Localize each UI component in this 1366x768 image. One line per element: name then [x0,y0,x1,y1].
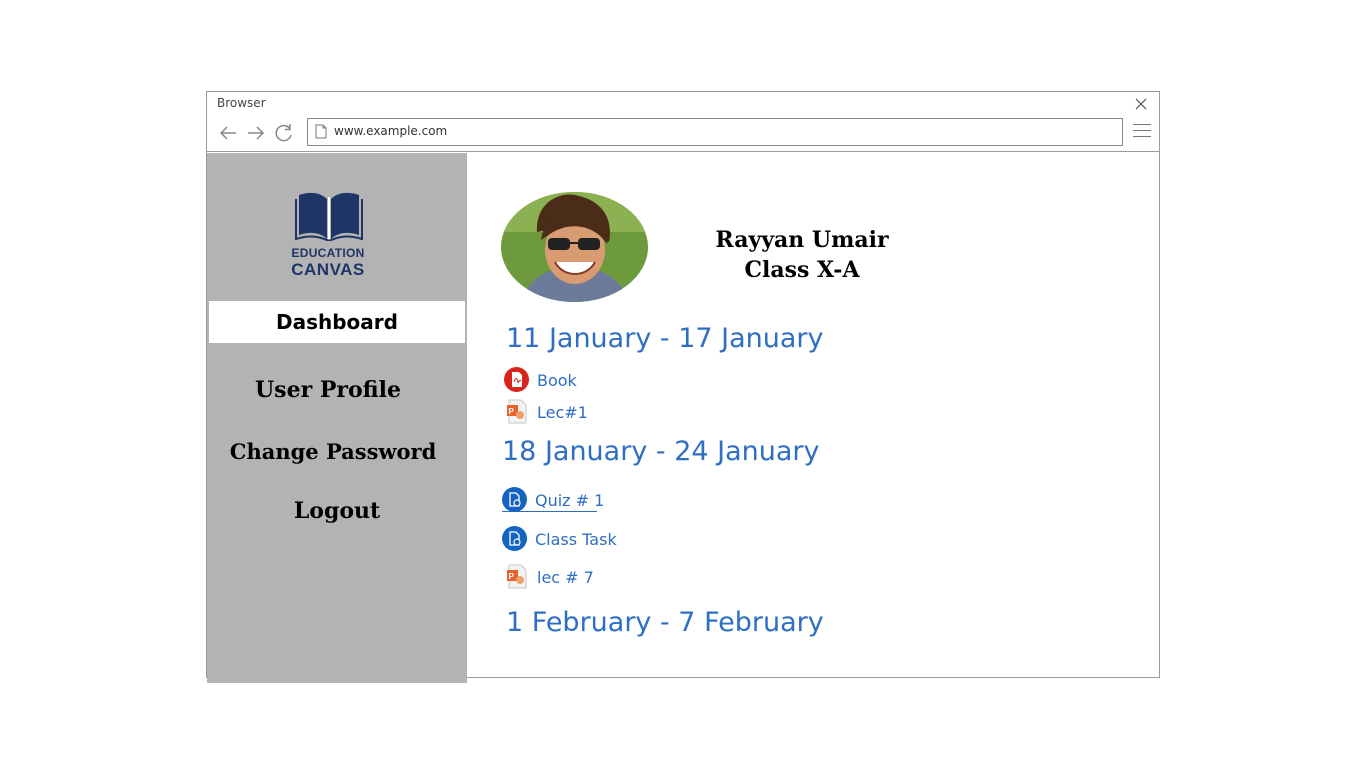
open-book-icon [295,192,363,241]
forward-arrow-icon[interactable] [245,123,267,143]
item-label[interactable]: Quiz # 1 [535,491,604,510]
sidebar-item-user-profile[interactable]: User Profile [207,377,449,403]
item-label[interactable]: Class Task [535,530,617,549]
reload-icon[interactable] [273,123,295,143]
sidebar-item-dashboard[interactable]: Dashboard [209,301,465,343]
navigation-bar: www.example.com [207,116,1159,152]
week-heading: 18 January - 24 January [502,436,820,467]
page-icon [315,124,327,139]
education-canvas-logo: EDUCATION CANVAS [287,189,377,279]
sidebar-item-logout[interactable]: Logout [207,498,467,524]
address-bar[interactable]: www.example.com [307,118,1123,146]
week-heading: 11 January - 17 January [506,323,824,354]
hamburger-menu-icon[interactable] [1133,124,1151,142]
browser-window: Browser www.example.com EDUCATION CANVAS… [206,91,1160,683]
item-label[interactable]: lec # 7 [537,568,594,587]
user-name: Rayyan Umair [715,227,889,253]
close-icon[interactable] [1133,96,1149,112]
item-label[interactable]: Book [537,371,577,390]
assignment-icon [502,526,527,551]
window-title: Browser [217,96,266,110]
title-bar: Browser [207,92,1159,116]
powerpoint-icon: P [507,564,527,589]
powerpoint-icon: P [507,399,527,424]
svg-text:P: P [509,407,515,416]
logo-text-canvas: CANVAS [291,260,365,279]
svg-text:P: P [509,572,515,581]
item-label[interactable]: Lec#1 [537,403,588,422]
user-class: Class X-A [744,257,860,283]
assignment-icon [502,487,527,512]
sidebar-item-change-password[interactable]: Change Password [213,439,453,464]
list-item-quiz-1[interactable]: Quiz # 1 [502,487,604,512]
back-arrow-icon[interactable] [217,123,239,143]
logo-text-education: EDUCATION [291,246,365,260]
main-content: Rayyan Umair Class X-A 11 January - 17 J… [467,153,1159,677]
url-text[interactable]: www.example.com [334,124,447,138]
week-heading: 1 February - 7 February [506,607,824,638]
sidebar: EDUCATION CANVAS Dashboard User Profile … [207,153,467,683]
pdf-icon [504,367,529,392]
avatar [501,192,648,302]
